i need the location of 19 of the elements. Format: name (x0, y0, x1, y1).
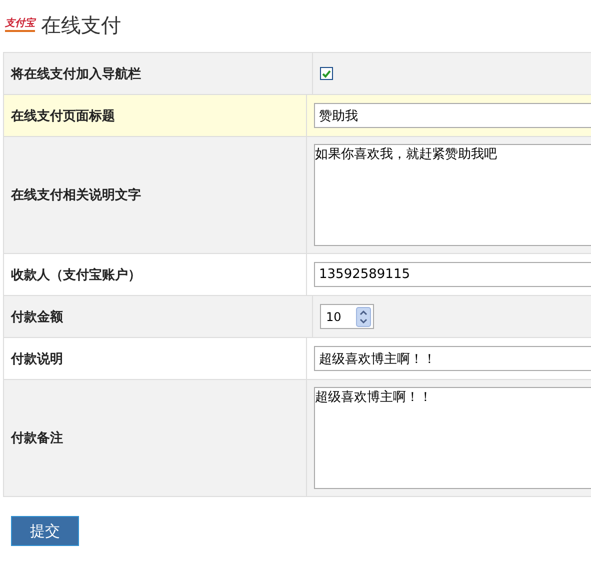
checkbox[interactable] (320, 67, 333, 80)
number-spinner[interactable]: 10 (320, 304, 374, 329)
page-title: 在线支付 (41, 12, 121, 38)
field-label: 在线支付页面标题 (11, 108, 115, 124)
field-label: 付款备注 (11, 430, 63, 447)
field-label: 将在线支付加入导航栏 (11, 66, 141, 82)
field-label: 付款说明 (11, 350, 63, 368)
field-label: 在线支付相关说明文字 (11, 186, 141, 204)
field-label: 付款金额 (11, 308, 63, 326)
checkmark-icon (322, 70, 331, 78)
input-field[interactable]: 赞助我 (314, 103, 591, 128)
input-field[interactable]: 超级喜欢博主啊！！ (314, 346, 591, 371)
field-label: 收款人（支付宝账户） (11, 266, 141, 284)
input-field[interactable]: 13592589115 (314, 262, 591, 287)
text-area[interactable]: 如果你喜欢我，就赶紧赞助我吧 (314, 144, 591, 246)
text-area[interactable]: 超级喜欢博主啊！！ (314, 387, 591, 489)
submit-button[interactable]: 提交 (11, 516, 79, 546)
spinner-arrows-icon (356, 306, 371, 326)
logo: 支付宝 (5, 18, 35, 32)
